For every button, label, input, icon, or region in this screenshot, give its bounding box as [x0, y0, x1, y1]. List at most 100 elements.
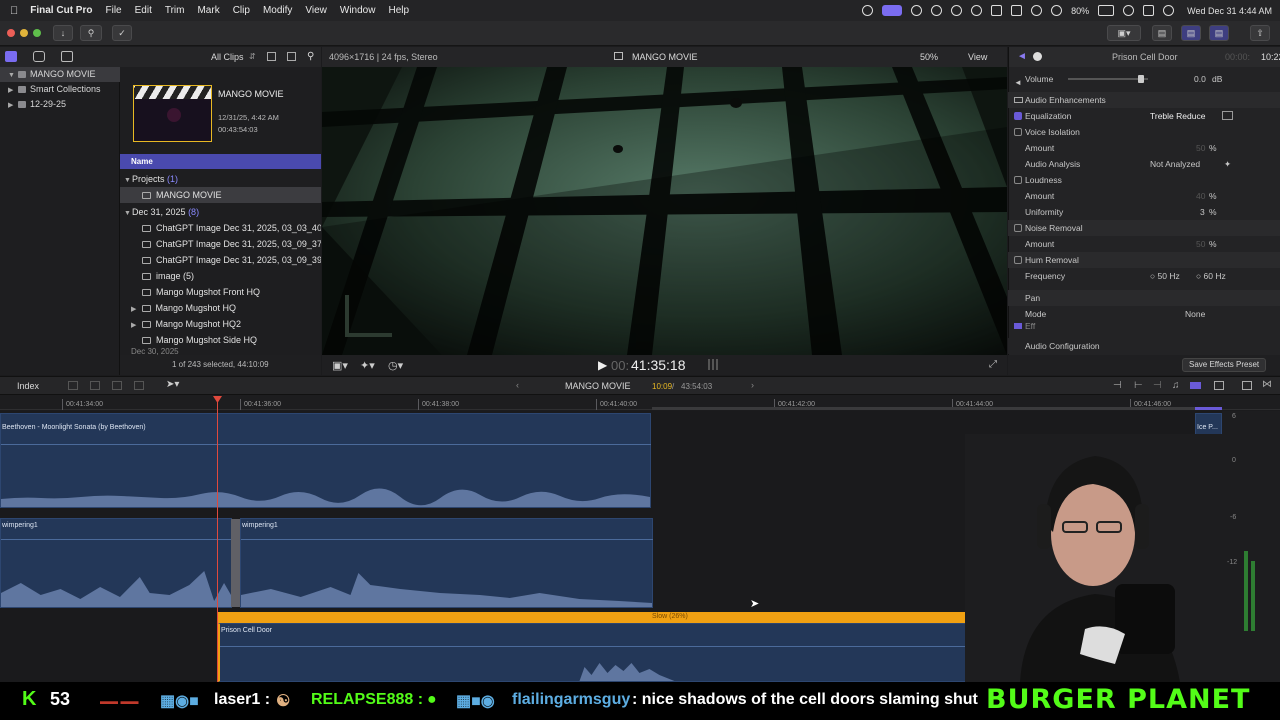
control-center-icon[interactable] [1143, 5, 1155, 16]
siri-icon[interactable] [1163, 5, 1175, 16]
timeline-index-button[interactable]: Index [17, 381, 39, 391]
retime-bar[interactable]: Slow (26%) [218, 612, 980, 623]
speed-icon[interactable]: ◷▾ [388, 359, 403, 372]
browser-item[interactable]: ChatGPT Image Dec 31, 2025, 03_03_40 [120, 220, 321, 236]
next-event-group[interactable]: Dec 30, 2025 [120, 348, 321, 355]
event-12-29-25-item[interactable]: ▶ 12-29-25 [0, 97, 120, 112]
audio-skimming-icon[interactable]: ♫ [1172, 380, 1180, 391]
play-icon[interactable] [951, 5, 963, 16]
projects-group[interactable]: ▼Projects (1) [120, 171, 321, 187]
app-menu[interactable]: Final Cut Pro [30, 5, 92, 16]
clip-wimpering-2[interactable]: wimpering1 [240, 518, 653, 608]
apple-menu-icon[interactable]:  [10, 5, 18, 17]
creative-cloud-icon[interactable] [862, 5, 874, 16]
browser-item[interactable]: Mango Mugshot Side HQ [120, 332, 321, 348]
insert-clip-icon[interactable] [90, 381, 100, 390]
equalization-checkbox[interactable] [1014, 112, 1022, 120]
menu-clip[interactable]: Clip [233, 5, 250, 16]
browser-item[interactable]: ChatGPT Image Dec 31, 2025, 03_09_37 [120, 236, 321, 252]
menu-edit[interactable]: Edit [135, 5, 152, 16]
layout-browser-icon[interactable]: ▤ [1152, 25, 1172, 41]
smart-collections-item[interactable]: ▶ Smart Collections [0, 82, 120, 97]
volume-line[interactable] [241, 539, 653, 540]
eq-graph-icon[interactable] [1222, 111, 1233, 120]
overwrite-clip-icon[interactable] [112, 381, 122, 390]
viewer-timecode[interactable]: 41:35:18 [631, 357, 686, 373]
enhance-icon[interactable]: ✦▾ [360, 359, 375, 372]
menu-help[interactable]: Help [388, 5, 409, 16]
display-icon[interactable] [991, 5, 1003, 16]
zoom-out-icon[interactable]: ⊢ [1134, 380, 1143, 391]
disclosure-open-icon[interactable]: ▼ [8, 68, 16, 83]
record-icon[interactable] [931, 5, 943, 16]
freq-50-radio[interactable]: ○ 50 Hz [1150, 268, 1180, 284]
layout-timeline-icon[interactable]: ▤ [1181, 25, 1201, 41]
menu-view[interactable]: View [305, 5, 327, 16]
uniformity-value[interactable]: 3 [1200, 204, 1205, 220]
titles-icon[interactable] [61, 51, 73, 62]
save-effects-preset-button[interactable]: Save Effects Preset [1182, 358, 1267, 372]
zoom-window-button[interactable] [33, 29, 41, 37]
volume-line[interactable] [1, 444, 651, 445]
menu-file[interactable]: File [105, 5, 121, 16]
clip-appearance-icon[interactable] [1214, 381, 1224, 390]
loudness-checkbox[interactable] [1014, 176, 1022, 184]
project-thumbnail[interactable] [133, 85, 212, 142]
noise-removal-checkbox[interactable] [1014, 224, 1022, 232]
bluetooth-icon[interactable] [1031, 5, 1043, 16]
disclosure-open-icon[interactable]: ▼ [124, 206, 132, 220]
close-window-button[interactable] [7, 29, 15, 37]
close-timeline-icon[interactable]: ⋈ [1262, 379, 1272, 390]
clip-skimming-icon[interactable]: ⊣ [1113, 380, 1122, 391]
search-icon[interactable]: ⚲ [307, 51, 314, 62]
layout-inspector-icon[interactable]: ▤ [1209, 25, 1229, 41]
clip-wimpering-1[interactable]: wimpering1 [0, 518, 232, 608]
playhead[interactable] [217, 396, 218, 682]
audio-meter-icon[interactable] [708, 359, 720, 370]
play-button[interactable]: ▶ [598, 358, 607, 372]
event-group[interactable]: ▼Dec 31, 2025 (8) [120, 204, 321, 220]
hum-removal-checkbox[interactable] [1014, 256, 1022, 264]
volume-slider-knob[interactable] [1138, 75, 1144, 83]
equalization-dropdown[interactable]: Treble Reduce [1150, 108, 1205, 124]
view-dropdown[interactable]: View [968, 52, 987, 62]
disclosure-open-icon[interactable]: ▼ [124, 173, 132, 187]
share-icon[interactable]: ⇧ [1250, 25, 1270, 41]
noise-amount-value[interactable]: 50 [1196, 236, 1205, 252]
clock[interactable]: Wed Dec 31 4:44 AM [1187, 6, 1272, 16]
loudness-amount-value[interactable]: 40 [1196, 188, 1205, 204]
timeline-project-title[interactable]: MANGO MOVIE [565, 381, 631, 391]
disclosure-closed-icon[interactable]: ▶ [131, 318, 139, 332]
background-tasks-icon[interactable]: ✓ [112, 25, 132, 41]
import-icon[interactable]: ↓ [53, 25, 73, 41]
wifi-icon[interactable] [1051, 5, 1063, 16]
voice-amount-value[interactable]: 50 [1196, 140, 1205, 156]
append-clip-icon[interactable] [68, 381, 78, 390]
transition-handle[interactable] [231, 519, 240, 607]
disclosure-closed-icon[interactable]: ▶ [8, 98, 16, 113]
workspace-icon[interactable]: ▣▾ [1107, 25, 1141, 41]
menu-trim[interactable]: Trim [165, 5, 185, 16]
volume-line[interactable] [220, 646, 980, 647]
volume-value[interactable]: 0.0 [1194, 71, 1206, 87]
volume-slider[interactable] [1068, 78, 1148, 80]
library-mango-movie[interactable]: ▼ MANGO MOVIE [0, 67, 120, 82]
keyword-icon[interactable]: ⚲ [80, 25, 102, 41]
list-view-icon[interactable] [287, 52, 296, 61]
pan-header[interactable]: Pan [1008, 290, 1280, 306]
timeline-index-toggle-icon[interactable] [1242, 381, 1252, 390]
browser-item[interactable]: ChatGPT Image Dec 31, 2025, 03_09_39 [120, 252, 321, 268]
audio-configuration-row[interactable]: Audio Configuration [1008, 338, 1280, 354]
disclosure-closed-icon[interactable]: ▶ [131, 302, 139, 316]
pan-mode-dropdown[interactable]: None [1185, 306, 1205, 322]
photos-icon[interactable] [33, 51, 45, 62]
select-tool-icon[interactable]: ➤▾ [166, 379, 179, 390]
audio-enhancements-header[interactable]: Audio Enhancements [1008, 92, 1280, 108]
clip-appearance-icon[interactable] [267, 52, 276, 61]
search-icon[interactable] [1123, 5, 1135, 16]
video-viewer[interactable] [322, 67, 1007, 355]
transform-icon[interactable]: ▣▾ [332, 359, 348, 372]
screen-share-icon[interactable] [882, 5, 903, 16]
solo-icon[interactable] [1190, 382, 1201, 389]
battery-icon[interactable] [1098, 5, 1115, 16]
